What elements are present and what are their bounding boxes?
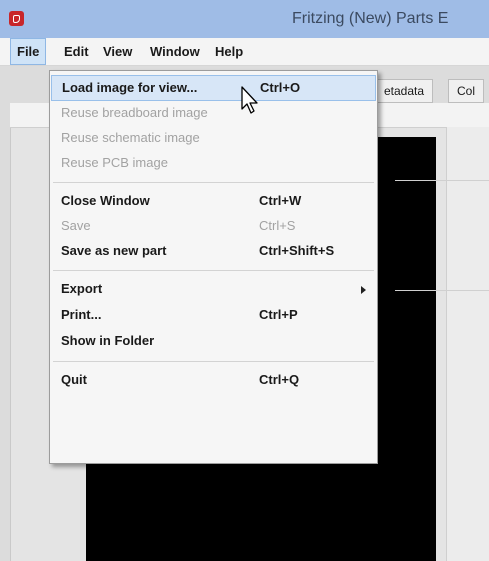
menu-item-quit[interactable]: Quit Ctrl+Q bbox=[51, 368, 376, 394]
menu-item-shortcut: Ctrl+Shift+S bbox=[259, 243, 335, 258]
menu-item-shortcut: Ctrl+O bbox=[260, 80, 301, 95]
side-panel bbox=[446, 127, 489, 561]
title-bar: Fritzing (New) Parts E bbox=[0, 0, 489, 38]
menu-item-shortcut: Ctrl+Q bbox=[259, 372, 300, 387]
menu-item-label: Show in Folder bbox=[61, 333, 155, 348]
menu-item-label: Reuse schematic image bbox=[61, 130, 200, 145]
menu-item-label: Close Window bbox=[61, 193, 150, 208]
menu-item-label: Print... bbox=[61, 307, 102, 322]
menu-item-save-as-new-part[interactable]: Save as new part Ctrl+Shift+S bbox=[51, 239, 376, 265]
menu-item-shortcut: Ctrl+W bbox=[259, 193, 302, 208]
menu-item-load-image[interactable]: Load image for view... Ctrl+O bbox=[51, 75, 376, 101]
menu-separator bbox=[53, 270, 374, 271]
menu-item-save[interactable]: Save Ctrl+S bbox=[51, 214, 376, 240]
tab-connectors[interactable]: Col bbox=[448, 79, 485, 103]
menu-item-label: Save bbox=[61, 218, 91, 233]
menu-item-shortcut: Ctrl+S bbox=[259, 218, 296, 233]
menu-item-export[interactable]: Export bbox=[51, 277, 376, 303]
menu-item-shortcut: Ctrl+P bbox=[259, 307, 298, 322]
menu-item-label: Load image for view... bbox=[62, 80, 198, 95]
tab-metadata[interactable]: etadata bbox=[375, 79, 434, 103]
menu-window[interactable]: Window bbox=[144, 38, 206, 65]
window-title: Fritzing (New) Parts E bbox=[292, 10, 449, 27]
menu-bar: File Edit View Window Help bbox=[0, 38, 489, 66]
menu-edit[interactable]: Edit bbox=[58, 38, 95, 65]
menu-item-reuse-schematic[interactable]: Reuse schematic image bbox=[51, 126, 376, 152]
menu-item-label: Quit bbox=[61, 372, 87, 387]
menu-separator bbox=[53, 182, 374, 183]
menu-separator bbox=[53, 361, 374, 362]
menu-item-label: Reuse PCB image bbox=[61, 155, 168, 170]
menu-item-reuse-pcb[interactable]: Reuse PCB image bbox=[51, 151, 376, 177]
menu-item-show-in-folder[interactable]: Show in Folder bbox=[51, 329, 376, 355]
menu-help[interactable]: Help bbox=[209, 38, 249, 65]
fritzing-app-icon[interactable] bbox=[9, 11, 24, 26]
submenu-arrow-icon bbox=[361, 286, 366, 294]
file-menu-dropdown: Load image for view... Ctrl+O Reuse brea… bbox=[49, 70, 378, 464]
menu-view[interactable]: View bbox=[97, 38, 138, 65]
menu-item-close-window[interactable]: Close Window Ctrl+W bbox=[51, 189, 376, 215]
menu-file[interactable]: File bbox=[10, 38, 47, 65]
mouse-pointer-icon bbox=[241, 86, 258, 114]
menu-item-label: Save as new part bbox=[61, 243, 167, 258]
menu-item-label: Export bbox=[61, 281, 103, 296]
menu-item-reuse-breadboard[interactable]: Reuse breadboard image bbox=[51, 101, 376, 127]
divider bbox=[395, 180, 489, 181]
divider bbox=[395, 290, 489, 291]
menu-item-label: Reuse breadboard image bbox=[61, 105, 208, 120]
menu-item-print[interactable]: Print... Ctrl+P bbox=[51, 303, 376, 329]
